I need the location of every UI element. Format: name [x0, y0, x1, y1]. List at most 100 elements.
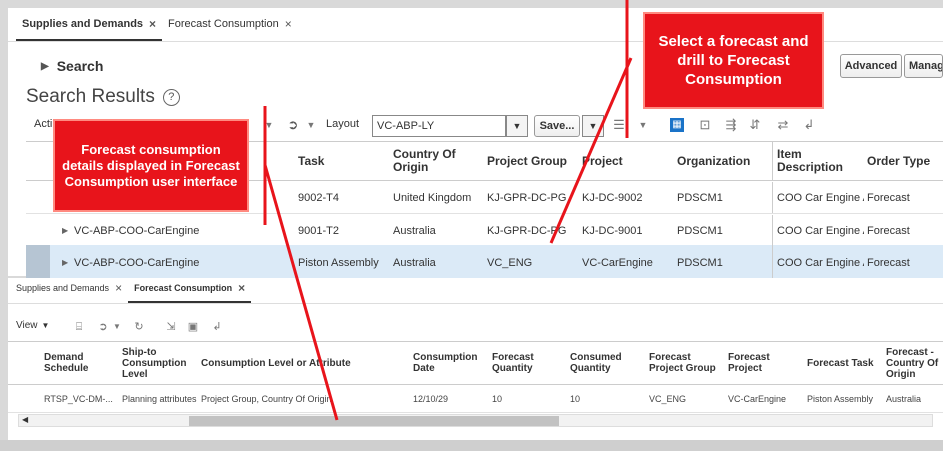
cell-task: Piston Assembly	[298, 256, 379, 269]
cell-organization: PDSCM1	[677, 256, 723, 269]
table-view-icon[interactable]: ▦	[670, 118, 684, 132]
table-row-selected[interactable]: ▶ VC-ABP-COO-CarEngine Piston Assembly A…	[26, 245, 943, 281]
cell-forecast-task: Piston Assembly	[807, 394, 874, 404]
forecast-consumption-panel: Supplies and Demands × Forecast Consumpt…	[8, 278, 943, 440]
callout-select-forecast: Select a forecast and drill to Forecast …	[643, 12, 824, 109]
cell-forecast-project-group: VC_ENG	[649, 394, 687, 404]
chevron-down-icon[interactable]: ▼	[304, 118, 318, 132]
column-header-demand-schedule[interactable]: Demand Schedule	[44, 342, 104, 384]
cell-country: United Kingdom	[393, 191, 472, 204]
tab-forecast-consumption[interactable]: Forecast Consumption ×	[162, 17, 298, 41]
column-header-consumed-quantity[interactable]: Consumed Quantity	[570, 342, 630, 384]
callout-forecast-consumption-details: Forecast consumption details displayed i…	[53, 119, 249, 212]
tab-supplies-and-demands[interactable]: Supplies and Demands ×	[10, 281, 128, 303]
cell-project: KJ-DC-9002	[582, 191, 643, 204]
column-header-forecast-project-group[interactable]: Forecast Project Group	[649, 342, 719, 384]
refresh-icon[interactable]: ➲	[286, 118, 300, 132]
freeze-icon[interactable]: ⇶	[724, 118, 738, 132]
tab-label: Forecast Consumption	[134, 283, 233, 293]
view-label: View	[16, 320, 38, 331]
cell-project: KJ-DC-9001	[582, 224, 643, 237]
cell-organization: PDSCM1	[677, 224, 723, 237]
column-header-consumption-date[interactable]: Consumption Date	[413, 342, 479, 384]
export-icon[interactable]: ⇲	[164, 320, 178, 334]
cell-project-group: VC_ENG	[487, 256, 533, 269]
cell-project-group: KJ-GPR-DC-PG	[487, 224, 567, 237]
column-header-ship-to-level[interactable]: Ship-to Consumption Level	[122, 342, 192, 384]
column-header-forecast-quantity[interactable]: Forecast Quantity	[492, 342, 552, 384]
tab-label: Forecast Consumption	[168, 18, 279, 30]
cell-order-type: Forecast	[867, 191, 910, 204]
tab-supplies-and-demands[interactable]: Supplies and Demands ×	[16, 17, 163, 41]
column-header-project[interactable]: Project	[582, 142, 623, 180]
advanced-button[interactable]: Advanced	[840, 54, 902, 78]
save-dropdown-button[interactable]: ▼	[582, 115, 604, 137]
cell-task: 9002-T4	[298, 191, 339, 204]
close-icon[interactable]: ×	[115, 281, 122, 295]
expand-triangle-icon[interactable]: ▶	[62, 245, 68, 280]
tab-forecast-consumption[interactable]: Forecast Consumption ×	[128, 281, 252, 303]
scrollbar-thumb[interactable]	[189, 416, 559, 426]
cell-item-description: COO Car Engine As	[772, 215, 864, 246]
help-icon[interactable]: ?	[162, 88, 180, 106]
cell-country: Australia	[393, 256, 436, 269]
expand-triangle-icon[interactable]: ▶	[62, 215, 68, 246]
cell-consumed-quantity: 10	[570, 394, 581, 404]
layout-select[interactable]: VC-ABP-LY	[372, 115, 506, 137]
cell-item-description: COO Car Engine As	[772, 182, 864, 213]
close-icon[interactable]: ×	[285, 17, 292, 31]
column-header-task[interactable]: Task	[298, 142, 324, 180]
column-header-forecast-task[interactable]: Forecast Task	[807, 342, 874, 384]
cell-order-type: Forecast	[867, 224, 910, 237]
rows-icon[interactable]: ☰	[612, 118, 626, 132]
tab-label: Supplies and Demands	[16, 283, 110, 293]
undo-icon[interactable]: ↲	[802, 118, 816, 132]
horizontal-scrollbar[interactable]: ◀	[18, 414, 933, 427]
column-header-organization[interactable]: Organization	[677, 142, 750, 180]
consumption-table-header: Demand Schedule Ship-to Consumption Leve…	[8, 341, 943, 385]
wrap-icon[interactable]: ⇄	[776, 118, 790, 132]
column-header-project-group[interactable]: Project Group	[487, 142, 567, 180]
wrap-icon[interactable]: ↲	[210, 320, 224, 334]
export-icon[interactable]: ⊡	[698, 118, 712, 132]
layout-label: Layout	[326, 118, 360, 130]
cell-demand-schedule: RTSP_VC-DM-...	[44, 394, 113, 404]
actions-menu[interactable]: Acti	[34, 118, 52, 130]
cell-consumption-date: 12/10/29	[413, 394, 449, 404]
column-header-forecast-project[interactable]: Forecast Project	[728, 342, 788, 384]
cell-forecast-project: VC-CarEngine	[728, 394, 787, 404]
row-selection-marker	[26, 245, 50, 280]
view-menu[interactable]: View ▼	[16, 320, 49, 331]
chevron-down-icon[interactable]: ▼	[636, 118, 650, 132]
column-header-forecast-country[interactable]: Forecast - Country Of Origin	[886, 342, 942, 384]
column-header-consumption-attribute[interactable]: Consumption Level or Attribute	[201, 342, 351, 384]
table-row[interactable]: ▶ VC-ABP-COO-CarEngine 9001-T2 Australia…	[26, 215, 943, 247]
reset-icon[interactable]: ↻	[132, 320, 146, 334]
cell-item-description: COO Car Engine As	[772, 245, 864, 280]
cell-ship-to-level: Planning attributes	[122, 394, 197, 404]
cell-name: VC-ABP-COO-CarEngine	[74, 224, 200, 237]
table-row[interactable]: RTSP_VC-DM-... Planning attributes Proje…	[8, 386, 943, 413]
detach-icon[interactable]: ⇵	[748, 118, 762, 132]
page-footer-strip	[0, 440, 943, 451]
layout-dropdown-button[interactable]: ▼	[506, 115, 528, 137]
column-icon[interactable]: ⌸	[72, 320, 86, 334]
chevron-down-icon[interactable]: ▼	[262, 118, 276, 132]
manage-button[interactable]: Manag	[904, 54, 943, 78]
column-header-country[interactable]: Country Of Origin	[393, 142, 473, 180]
detach-icon[interactable]: ▣	[186, 320, 200, 334]
chevron-down-icon: ▼	[41, 321, 50, 330]
cell-forecast-country: Australia	[886, 394, 922, 404]
close-icon[interactable]: ×	[238, 281, 245, 295]
column-header-order-type[interactable]: Order Type	[867, 142, 930, 180]
refresh-icon[interactable]: ➲	[96, 320, 110, 334]
column-header-item-description[interactable]: Item Description	[772, 142, 852, 180]
save-button[interactable]: Save...	[534, 115, 580, 137]
search-disclosure[interactable]: ▶ Search	[41, 58, 103, 74]
cell-consumption-attribute: Project Group, Country Of Origin	[201, 394, 332, 404]
close-icon[interactable]: ×	[149, 17, 156, 31]
chevron-down-icon[interactable]: ▼	[110, 320, 124, 334]
page-title: Search Results	[26, 86, 155, 107]
scroll-left-icon[interactable]: ◀	[22, 415, 28, 424]
cell-project: VC-CarEngine	[582, 256, 653, 269]
